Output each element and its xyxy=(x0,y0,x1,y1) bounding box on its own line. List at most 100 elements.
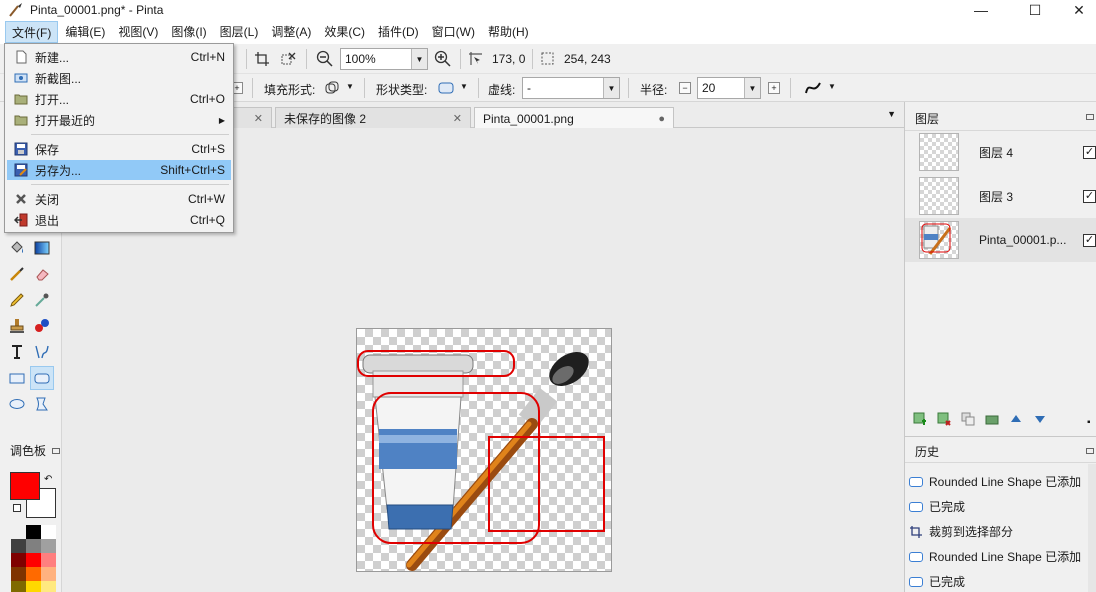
palette-swatch[interactable] xyxy=(11,581,26,592)
image-canvas[interactable] xyxy=(356,328,612,572)
fill-style-dropdown-icon[interactable]: ▼ xyxy=(346,82,354,91)
color-picker-icon xyxy=(35,293,49,307)
deselect-icon[interactable] xyxy=(280,51,296,67)
menu-item-new-screenshot[interactable]: 新截图... xyxy=(7,68,231,88)
rounded-rectangle-tool[interactable] xyxy=(30,366,54,390)
palette-swatch[interactable] xyxy=(26,525,41,539)
layer-properties-icon[interactable]: ▪ xyxy=(1087,417,1091,428)
color-picker-tool[interactable] xyxy=(30,288,54,312)
menu-file[interactable]: 文件(F) xyxy=(5,21,59,43)
history-pin-icon[interactable] xyxy=(1086,448,1094,454)
menu-addins[interactable]: 插件(D) xyxy=(372,21,425,43)
menu-item-open-recent[interactable]: 打开最近的 ▶ xyxy=(7,110,231,130)
history-item[interactable]: 已完成 xyxy=(905,569,1087,592)
layer-visibility-checkbox[interactable]: ✓ xyxy=(1083,233,1096,247)
history-item[interactable]: 裁剪到选择部分 xyxy=(905,519,1087,544)
palette-swatch[interactable] xyxy=(26,539,41,553)
line-type-dropdown-icon[interactable]: ▼ xyxy=(828,82,836,91)
menu-layers[interactable]: 图层(L) xyxy=(214,21,265,43)
palette-pin-icon[interactable] xyxy=(52,448,60,454)
radius-combo[interactable]: 20 ▼ xyxy=(697,77,761,99)
radius-decrease-icon[interactable]: − xyxy=(679,82,691,94)
palette-swatch[interactable] xyxy=(26,581,41,592)
history-item[interactable]: Rounded Line Shape 已添加 xyxy=(905,469,1087,494)
paintbrush-tool[interactable] xyxy=(5,262,29,286)
zoom-in-icon[interactable] xyxy=(434,50,452,68)
menu-item-new[interactable]: 新建... Ctrl+N xyxy=(7,47,231,67)
line-curve-icon[interactable] xyxy=(804,80,822,96)
merge-layer-icon[interactable] xyxy=(985,412,999,426)
paint-bucket-tool[interactable] xyxy=(5,236,29,260)
zoom-out-icon[interactable] xyxy=(316,50,334,68)
move-layer-up-icon[interactable] xyxy=(1009,412,1023,426)
text-tool[interactable] xyxy=(5,340,29,364)
close-icon[interactable]: ✕ xyxy=(254,112,263,125)
primary-color-swatch[interactable] xyxy=(10,472,40,500)
modified-indicator-icon[interactable]: ● xyxy=(658,113,665,125)
minimize-button[interactable]: — xyxy=(958,0,1004,20)
palette-swatch[interactable] xyxy=(26,553,41,567)
swap-colors-icon[interactable]: ↶ xyxy=(44,474,52,485)
radius-increase-icon[interactable]: + xyxy=(768,82,780,94)
freeform-shape-tool[interactable] xyxy=(30,392,54,416)
menu-view[interactable]: 视图(V) xyxy=(112,21,164,43)
menu-item-save-as[interactable]: 另存为... Shift+Ctrl+S xyxy=(7,160,231,180)
close-icon[interactable]: ✕ xyxy=(453,112,462,125)
tab-pinta-00001[interactable]: Pinta_00001.png ● xyxy=(474,107,674,129)
history-item[interactable]: 已完成 xyxy=(905,494,1087,519)
menu-edit[interactable]: 编辑(E) xyxy=(59,21,111,43)
delete-layer-icon[interactable] xyxy=(937,412,951,426)
chevron-down-icon[interactable]: ▼ xyxy=(411,49,427,69)
tab-list-dropdown-icon[interactable]: ▼ xyxy=(887,109,896,119)
ellipse-tool[interactable] xyxy=(5,392,29,416)
zoom-combo[interactable]: 100% ▼ xyxy=(340,48,428,70)
palette-swatch[interactable] xyxy=(41,581,56,592)
rectangle-tool[interactable] xyxy=(5,366,29,390)
clone-stamp-tool[interactable] xyxy=(5,314,29,338)
menu-item-close[interactable]: 关闭 Ctrl+W xyxy=(7,189,231,209)
palette-swatch[interactable] xyxy=(26,567,41,581)
menu-item-open[interactable]: 打开... Ctrl+O xyxy=(7,89,231,109)
recolor-tool[interactable] xyxy=(30,314,54,338)
menu-item-save[interactable]: 保存 Ctrl+S xyxy=(7,139,231,159)
add-layer-icon[interactable] xyxy=(913,412,927,426)
eraser-tool[interactable] xyxy=(30,262,54,286)
palette-swatch[interactable] xyxy=(41,525,56,539)
gradient-tool[interactable] xyxy=(30,236,54,260)
fill-style-icon[interactable] xyxy=(324,80,340,96)
menu-help[interactable]: 帮助(H) xyxy=(482,21,535,43)
layer-row[interactable]: 图层 4 ✓ xyxy=(905,130,1096,174)
menu-adjustments[interactable]: 调整(A) xyxy=(265,21,317,43)
palette-swatch[interactable] xyxy=(41,539,56,553)
layer-visibility-checkbox[interactable]: ✓ xyxy=(1083,145,1096,159)
duplicate-layer-icon[interactable] xyxy=(961,412,975,426)
crop-icon[interactable] xyxy=(254,51,270,67)
menu-window[interactable]: 窗口(W) xyxy=(426,21,481,43)
reset-colors-icon[interactable] xyxy=(13,504,21,512)
palette-swatch[interactable] xyxy=(11,553,26,567)
layer-row[interactable]: Pinta_00001.p... ✓ xyxy=(905,218,1096,262)
close-window-button[interactable]: ✕ xyxy=(1056,0,1096,20)
move-layer-down-icon[interactable] xyxy=(1033,412,1047,426)
shape-type-dropdown-icon[interactable]: ▼ xyxy=(460,82,468,91)
tab-unsaved-image-2[interactable]: 未保存的图像 2 ✕ xyxy=(275,107,471,129)
pencil-tool[interactable] xyxy=(5,288,29,312)
layers-pin-icon[interactable] xyxy=(1086,114,1094,120)
rounded-rectangle-shape-icon[interactable] xyxy=(438,81,454,95)
maximize-button[interactable]: ☐ xyxy=(1012,0,1058,20)
palette-swatch[interactable] xyxy=(41,553,56,567)
menu-effects[interactable]: 效果(C) xyxy=(318,21,371,43)
layer-visibility-checkbox[interactable]: ✓ xyxy=(1083,189,1096,203)
layer-row[interactable]: 图层 3 ✓ xyxy=(905,174,1096,218)
menu-image[interactable]: 图像(I) xyxy=(165,21,212,43)
chevron-down-icon[interactable]: ▼ xyxy=(744,78,760,98)
palette-swatch[interactable] xyxy=(11,567,26,581)
menu-item-quit[interactable]: 退出 Ctrl+Q xyxy=(7,210,231,230)
chevron-down-icon[interactable]: ▼ xyxy=(603,78,619,98)
history-scrollbar[interactable] xyxy=(1088,464,1096,592)
palette-swatch[interactable] xyxy=(41,567,56,581)
line-curve-tool[interactable] xyxy=(30,340,54,364)
history-item[interactable]: Rounded Line Shape 已添加 xyxy=(905,544,1087,569)
dash-pattern-combo[interactable]: - ▼ xyxy=(522,77,620,99)
palette-swatch[interactable] xyxy=(11,539,26,553)
